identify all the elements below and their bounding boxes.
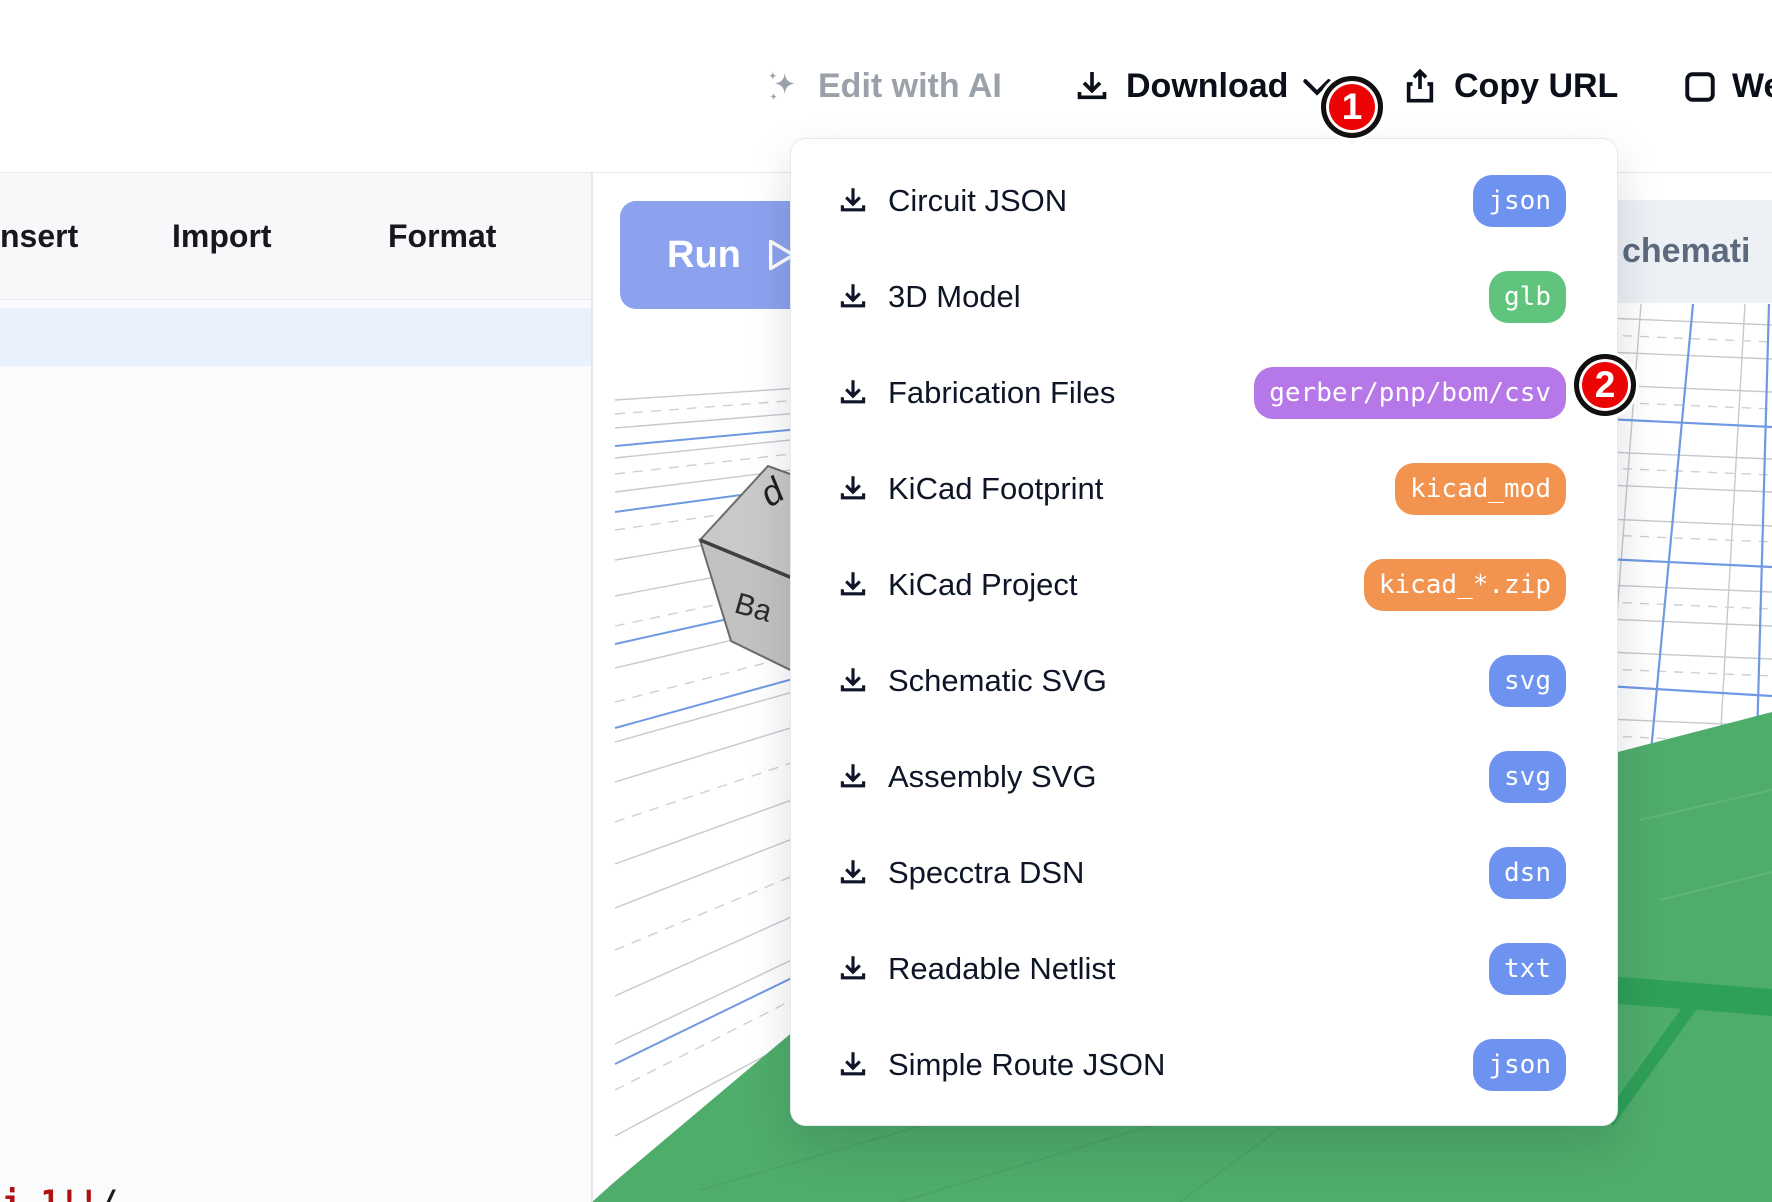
annotation-step-2-number: 2: [1595, 364, 1616, 406]
webview-toggle[interactable]: We: [1682, 0, 1772, 173]
menu-item-label: Assembly SVG: [888, 759, 1489, 795]
download-dropdown-menu: Circuit JSON json 3D Model glb Fabricati…: [790, 138, 1618, 1126]
menu-item-kicad-footprint[interactable]: KiCad Footprint kicad_mod: [791, 441, 1617, 537]
menu-item-readable-netlist[interactable]: Readable Netlist txt: [791, 921, 1617, 1017]
format-badge: svg: [1489, 751, 1566, 803]
code-fragment: i 1!!/: [2, 1183, 118, 1202]
annotation-step-2: 2: [1574, 354, 1636, 416]
download-icon: [836, 280, 870, 314]
download-icon: [836, 1048, 870, 1082]
format-badge: glb: [1489, 271, 1566, 323]
format-badge: json: [1473, 175, 1566, 227]
menu-item-label: 3D Model: [888, 279, 1489, 315]
format-badge: kicad_*.zip: [1364, 559, 1566, 611]
checkbox-icon[interactable]: [1682, 69, 1718, 105]
panel-divider[interactable]: [591, 173, 593, 1202]
format-badge: json: [1473, 1039, 1566, 1091]
download-icon: [836, 760, 870, 794]
menu-import[interactable]: Import: [172, 173, 272, 300]
menu-item-label: Fabrication Files: [888, 375, 1254, 411]
download-icon: [1072, 67, 1112, 107]
download-icon: [836, 376, 870, 410]
annotation-step-1: 1: [1321, 76, 1383, 138]
menu-item-label: Schematic SVG: [888, 663, 1489, 699]
menu-item-fabrication-files[interactable]: Fabrication Files gerber/pnp/bom/csv: [791, 345, 1617, 441]
menu-item-label: Circuit JSON: [888, 183, 1473, 219]
download-label: Download: [1126, 67, 1288, 106]
format-badge: txt: [1489, 943, 1566, 995]
download-icon: [836, 568, 870, 602]
code-editor-panel[interactable]: i 1!!/: [0, 300, 592, 1202]
code-fragment-red: i 1!!: [2, 1183, 98, 1202]
copy-url-label: Copy URL: [1454, 67, 1618, 106]
download-icon: [836, 856, 870, 890]
editor-menubar: nsert Import Format: [0, 173, 592, 300]
run-button-label: Run: [667, 234, 741, 277]
tab-schematic[interactable]: chemati: [1598, 200, 1772, 303]
menu-item-schematic-svg[interactable]: Schematic SVG svg: [791, 633, 1617, 729]
menu-item-simple-route-json[interactable]: Simple Route JSON json: [791, 1017, 1617, 1113]
download-icon: [836, 952, 870, 986]
menu-item-label: KiCad Project: [888, 567, 1364, 603]
menu-item-specctra-dsn[interactable]: Specctra DSN dsn: [791, 825, 1617, 921]
format-badge: dsn: [1489, 847, 1566, 899]
download-icon: [836, 664, 870, 698]
sparkles-icon: [762, 66, 804, 108]
download-icon: [836, 184, 870, 218]
menu-item-kicad-project[interactable]: KiCad Project kicad_*.zip: [791, 537, 1617, 633]
tab-schematic-label: chemati: [1598, 232, 1751, 271]
annotation-step-1-number: 1: [1342, 86, 1363, 128]
menu-item-label: Readable Netlist: [888, 951, 1489, 987]
format-badge: gerber/pnp/bom/csv: [1254, 367, 1566, 419]
menu-item-label: Simple Route JSON: [888, 1047, 1473, 1083]
menu-item-assembly-svg[interactable]: Assembly SVG svg: [791, 729, 1617, 825]
editor-selected-line: [0, 308, 592, 366]
menu-format[interactable]: Format: [388, 173, 496, 300]
menu-item-label: Specctra DSN: [888, 855, 1489, 891]
format-badge: svg: [1489, 655, 1566, 707]
menu-insert[interactable]: nsert: [0, 173, 78, 300]
format-badge: kicad_mod: [1395, 463, 1566, 515]
webview-label-partial: We: [1732, 67, 1772, 106]
menu-item-circuit-json[interactable]: Circuit JSON json: [791, 153, 1617, 249]
menu-item-3d-model[interactable]: 3D Model glb: [791, 249, 1617, 345]
edit-with-ai-label: Edit with AI: [818, 67, 1002, 106]
download-icon: [836, 472, 870, 506]
menu-item-label: KiCad Footprint: [888, 471, 1395, 507]
share-icon: [1400, 66, 1440, 108]
code-fragment-slash: /: [98, 1183, 117, 1202]
